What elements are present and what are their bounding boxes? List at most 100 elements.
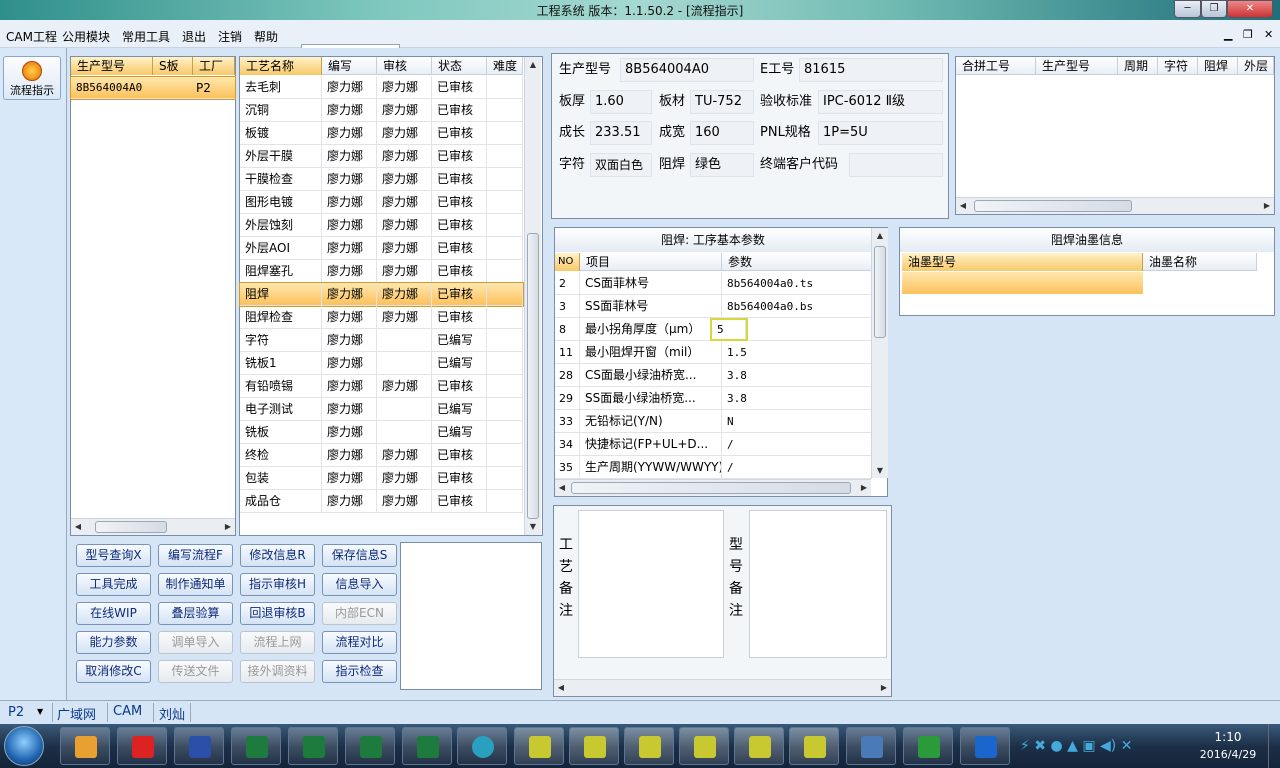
taskbar-button[interactable] (60, 727, 110, 765)
param-row[interactable]: 11 最小阻焊开窗（mil） 1.5 (555, 341, 872, 364)
left-arrow-icon[interactable]: ◀ (956, 201, 970, 210)
action-button[interactable]: 叠层验算 (158, 602, 233, 625)
param-row[interactable]: 3 SS面菲林号 8b564004a0.bs (555, 295, 872, 318)
tray-icons[interactable]: ⚡ ✖ ● ▲ ▣ ◀) ✕ (1020, 738, 1132, 754)
action-button[interactable]: 修改信息R (240, 544, 315, 567)
action-button[interactable]: 取消修改C (76, 660, 151, 683)
action-button[interactable]: 指示审核H (240, 573, 315, 596)
close-button[interactable]: ✕ (1227, 0, 1273, 18)
menu-help[interactable]: 帮助 (254, 28, 278, 45)
table-row[interactable]: 字符 廖力娜 已编写 (240, 329, 523, 352)
clock-time[interactable]: 1:10 (1196, 730, 1260, 744)
col-merge-mask[interactable]: 阻焊 (1198, 57, 1238, 75)
left-arrow-icon[interactable]: ◀ (554, 683, 568, 692)
menu-exit[interactable]: 退出 (182, 28, 206, 45)
col-merge-outer[interactable]: 外层 (1238, 57, 1274, 75)
maximize-button[interactable]: ❐ (1201, 0, 1227, 18)
start-button[interactable] (4, 726, 44, 766)
col-ink-name[interactable]: 油墨名称 (1143, 253, 1257, 271)
right-arrow-icon[interactable]: ▶ (857, 483, 871, 492)
right-arrow-icon[interactable]: ▶ (1260, 201, 1274, 210)
col-merge-no[interactable]: 合拼工号 (956, 57, 1036, 75)
down-arrow-icon[interactable]: ▼ (873, 466, 887, 475)
action-button[interactable]: 流程上网 (240, 631, 315, 654)
action-button[interactable]: 在线WIP (76, 602, 151, 625)
table-row[interactable]: 去毛刺 廖力娜 廖力娜 已审核 (240, 76, 523, 99)
action-button[interactable]: 保存信息S (322, 544, 397, 567)
table-row[interactable]: 外层AOI 廖力娜 廖力娜 已审核 (240, 237, 523, 260)
mdi-restore-icon[interactable]: ❐ (1243, 28, 1253, 41)
table-row[interactable]: 包装 廖力娜 廖力娜 已审核 (240, 467, 523, 490)
action-button[interactable]: 工具完成 (76, 573, 151, 596)
taskbar-button[interactable] (117, 727, 167, 765)
taskbar-button[interactable] (174, 727, 224, 765)
show-desktop-button[interactable] (1268, 724, 1280, 768)
merge-hscroll[interactable]: ◀ ▶ (956, 197, 1274, 214)
col-merge-char[interactable]: 字符 (1158, 57, 1198, 75)
col-merge-model[interactable]: 生产型号 (1036, 57, 1118, 75)
table-row[interactable]: 电子测试 廖力娜 已编写 (240, 398, 523, 421)
taskbar-button[interactable] (679, 727, 729, 765)
left-arrow-icon[interactable]: ◀ (555, 483, 569, 492)
field-customer[interactable] (849, 153, 943, 177)
right-arrow-icon[interactable]: ▶ (221, 522, 235, 531)
minimize-button[interactable]: ─ (1174, 0, 1201, 18)
action-button[interactable]: 内部ECN (322, 602, 397, 625)
menu-common[interactable]: 公用模块 (62, 28, 110, 45)
param-row[interactable]: 35 生产周期(YYWW/WWYY) / (555, 456, 872, 479)
table-row[interactable]: 有铅喷锡 廖力娜 廖力娜 已审核 (240, 375, 523, 398)
flow-indicator-button[interactable]: 流程指示 (3, 56, 61, 100)
taskbar-button[interactable] (903, 727, 953, 765)
menu-logout[interactable]: 注销 (218, 28, 242, 45)
table-row[interactable]: 板镀 廖力娜 廖力娜 已审核 (240, 122, 523, 145)
col-factory[interactable]: 工厂 (193, 57, 235, 75)
taskbar-button[interactable] (569, 727, 619, 765)
field-material[interactable]: TU-752 (690, 90, 754, 114)
action-button[interactable]: 信息导入 (322, 573, 397, 596)
action-button[interactable]: 能力参数 (76, 631, 151, 654)
menu-cam[interactable]: CAM工程 (6, 28, 57, 45)
action-button[interactable]: 编写流程F (158, 544, 233, 567)
model-hscroll[interactable]: ◀ ▶ (71, 518, 235, 535)
clock-date[interactable]: 2016/4/29 (1192, 748, 1264, 761)
taskbar-button[interactable] (288, 727, 338, 765)
param-row[interactable]: 28 CS面最小绿油桥宽... 3.8 (555, 364, 872, 387)
taskbar-button[interactable] (514, 727, 564, 765)
model-row[interactable]: 8B564004A0 P2 (70, 76, 236, 100)
taskbar-button[interactable] (789, 727, 839, 765)
mdi-minimize-icon[interactable]: ▁ (1224, 28, 1232, 41)
action-button[interactable]: 调单导入 (158, 631, 233, 654)
taskbar-button[interactable] (345, 727, 395, 765)
param-row[interactable]: 33 无铅标记(Y/N) N (555, 410, 872, 433)
action-button[interactable]: 制作通知单 (158, 573, 233, 596)
status-factory[interactable]: P2 (8, 705, 24, 720)
taskbar-button[interactable] (846, 727, 896, 765)
field-mask[interactable]: 绿色 (690, 153, 754, 177)
action-button[interactable]: 型号查询X (76, 544, 151, 567)
col-no[interactable]: NO (555, 253, 580, 271)
col-model[interactable]: 生产型号 (71, 57, 153, 75)
menu-tools[interactable]: 常用工具 (122, 28, 170, 45)
remarks-hscroll[interactable]: ◀ ▶ (554, 679, 891, 696)
col-writer[interactable]: 编写 (322, 57, 377, 75)
model-remark-field[interactable] (749, 510, 887, 658)
mdi-close-icon[interactable]: ✕ (1264, 28, 1273, 41)
table-row[interactable]: 终检 廖力娜 廖力娜 已审核 (240, 444, 523, 467)
up-arrow-icon[interactable]: ▲ (526, 60, 540, 69)
table-row[interactable]: 干膜检查 廖力娜 廖力娜 已审核 (240, 168, 523, 191)
action-button[interactable]: 回退审核B (240, 602, 315, 625)
process-vscroll[interactable]: ▲ ▼ (524, 57, 541, 535)
action-button[interactable]: 接外调资料 (240, 660, 315, 683)
field-model[interactable]: 8B564004A0 (620, 58, 754, 82)
param-row[interactable]: 2 CS面菲林号 8b564004a0.ts (555, 272, 872, 295)
table-row[interactable]: 沉铜 廖力娜 廖力娜 已审核 (240, 99, 523, 122)
table-row[interactable]: 外层蚀刻 廖力娜 廖力娜 已审核 (240, 214, 523, 237)
field-width[interactable]: 160 (690, 121, 754, 145)
up-arrow-icon[interactable]: ▲ (873, 231, 887, 240)
ink-row[interactable] (902, 272, 1143, 294)
table-row[interactable]: 阻焊检查 廖力娜 廖力娜 已审核 (240, 306, 523, 329)
table-row[interactable]: 外层干膜 廖力娜 廖力娜 已审核 (240, 145, 523, 168)
params-vscroll[interactable]: ▲ ▼ (871, 228, 888, 478)
table-row[interactable]: 铣板 廖力娜 已编写 (240, 421, 523, 444)
action-button[interactable]: 传送文件 (158, 660, 233, 683)
